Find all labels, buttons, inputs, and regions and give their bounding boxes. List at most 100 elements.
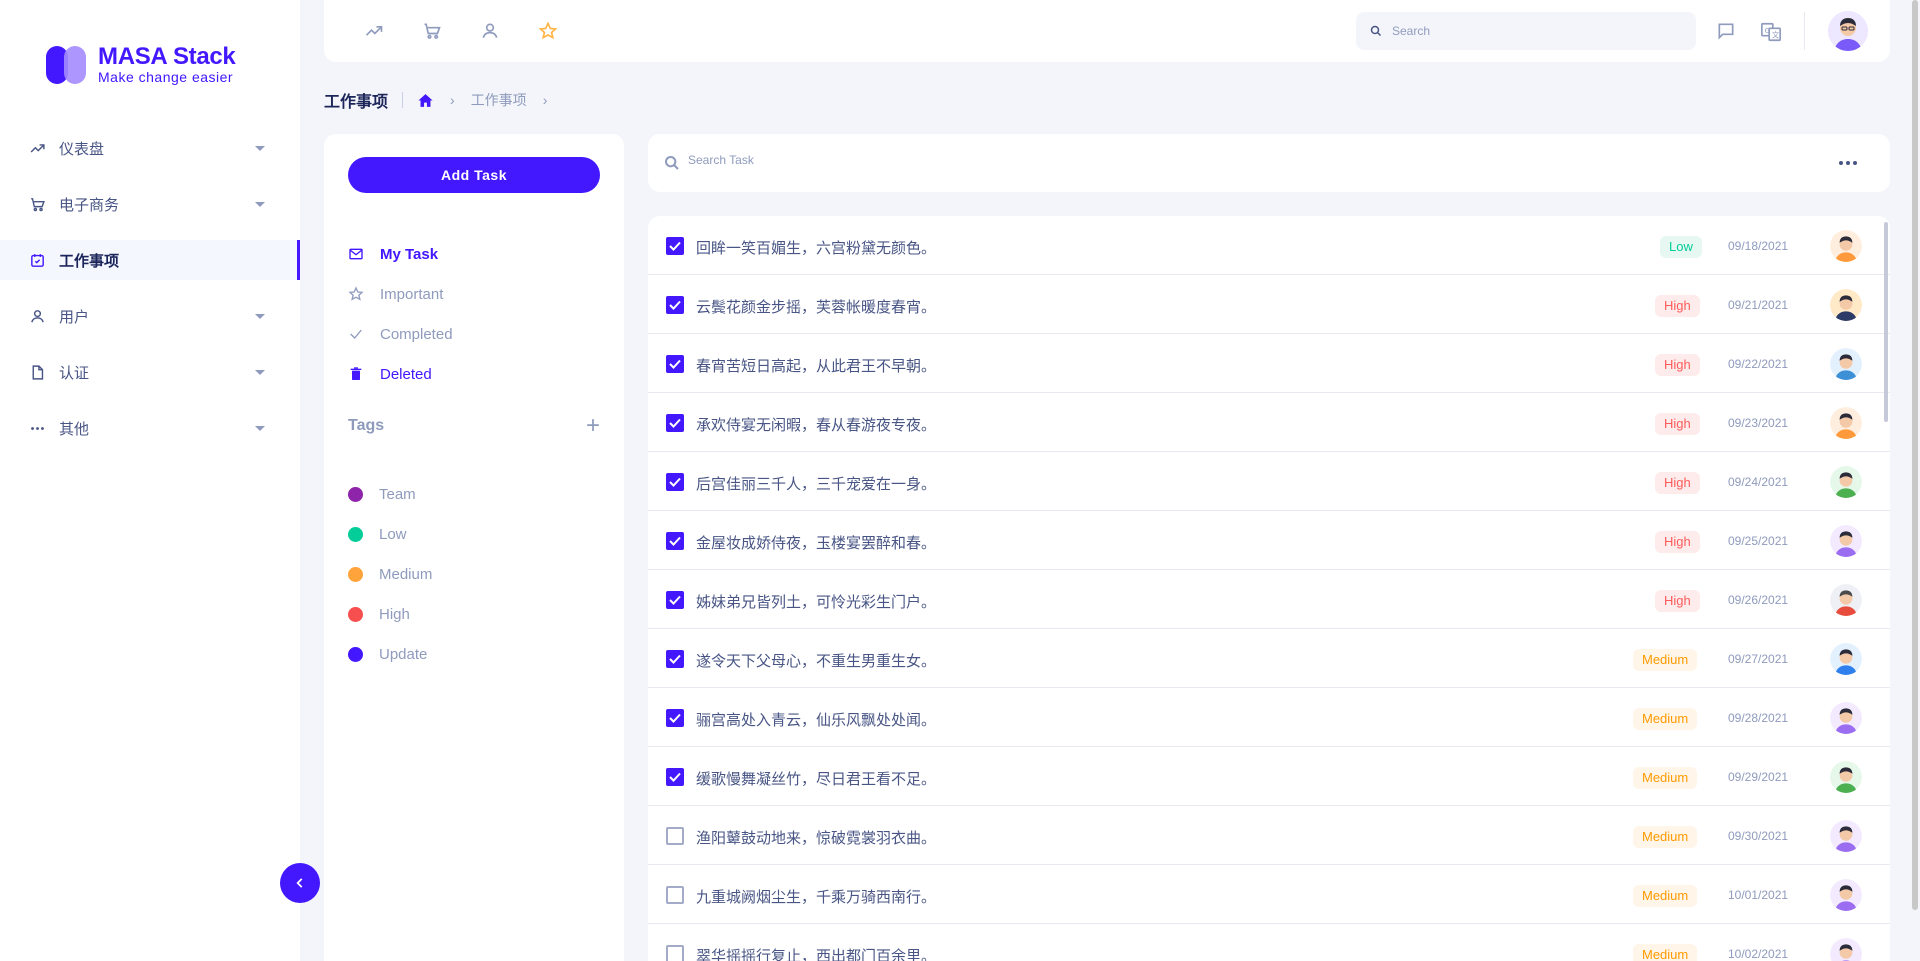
logo-title: MASA Stack xyxy=(98,43,236,70)
trending-up-icon[interactable] xyxy=(364,21,384,41)
filter-important[interactable]: Important xyxy=(348,274,453,314)
logo[interactable]: MASA Stack Make change easier xyxy=(46,44,236,86)
assignee-avatar[interactable] xyxy=(1830,466,1862,498)
home-icon[interactable] xyxy=(417,92,434,109)
assignee-avatar[interactable] xyxy=(1830,407,1862,439)
assignee-avatar[interactable] xyxy=(1830,230,1862,262)
message-icon[interactable] xyxy=(1716,21,1736,41)
star-icon[interactable] xyxy=(538,21,558,41)
check-icon xyxy=(669,359,681,369)
task-row[interactable]: 姊妹弟兄皆列土，可怜光彩生门户。 High 09/26/2021 xyxy=(648,570,1890,629)
filter-deleted[interactable]: Deleted xyxy=(348,354,453,394)
checkbox-unchecked[interactable] xyxy=(666,827,684,845)
task-row[interactable]: 渔阳鼙鼓动地来，惊破霓裳羽衣曲。 Medium 09/30/2021 xyxy=(648,806,1890,865)
tag-medium[interactable]: Medium xyxy=(348,554,432,594)
assignee-avatar[interactable] xyxy=(1830,348,1862,380)
task-row[interactable]: 缓歌慢舞凝丝竹，尽日君王看不足。 Medium 09/29/2021 xyxy=(648,747,1890,806)
tags-title: Tags xyxy=(348,417,385,434)
assignee-avatar[interactable] xyxy=(1830,820,1862,852)
user-icon[interactable] xyxy=(480,21,500,41)
checkbox-checked[interactable] xyxy=(666,237,684,255)
checkbox-checked[interactable] xyxy=(666,296,684,314)
priority-badge: High xyxy=(1655,413,1700,435)
assignee-avatar[interactable] xyxy=(1830,938,1862,961)
task-date: 09/18/2021 xyxy=(1728,239,1789,253)
checkbox-checked[interactable] xyxy=(666,650,684,668)
assignee-avatar[interactable] xyxy=(1830,584,1862,616)
tag-update[interactable]: Update xyxy=(348,634,432,674)
task-search-bar xyxy=(648,134,1890,192)
checkbox-checked[interactable] xyxy=(666,591,684,609)
tag-label: High xyxy=(379,605,410,623)
checkbox-checked[interactable] xyxy=(666,414,684,432)
assignee-avatar[interactable] xyxy=(1830,879,1862,911)
sidebar-nav: 仪表盘 电子商务 工作事项 用户 认证 其他 xyxy=(0,128,300,464)
tags-header: Tags + xyxy=(348,414,600,438)
task-text: 回眸一笑百媚生，六宫粉黛无颜色。 xyxy=(696,240,937,257)
caret-down-icon xyxy=(255,146,265,151)
checkbox-checked[interactable] xyxy=(666,355,684,373)
breadcrumb-item[interactable]: 工作事项 xyxy=(471,90,527,110)
more-options-icon[interactable] xyxy=(1839,161,1860,165)
sidebar-item-ecommerce[interactable]: 电子商务 xyxy=(0,184,300,224)
tag-label: Medium xyxy=(379,565,433,583)
check-icon xyxy=(669,536,681,546)
caret-down-icon xyxy=(255,426,265,431)
cart-icon[interactable] xyxy=(422,21,442,41)
sidebar-item-tasks[interactable]: 工作事项 xyxy=(0,240,300,280)
logo-mark-icon xyxy=(46,44,88,86)
add-tag-icon[interactable]: + xyxy=(586,414,600,438)
star-icon xyxy=(348,286,364,301)
task-search-input[interactable] xyxy=(688,153,1288,167)
checkbox-checked[interactable] xyxy=(666,709,684,727)
task-row[interactable]: 金屋妆成娇侍夜，玉楼宴罢醉和春。 High 09/25/2021 xyxy=(648,511,1890,570)
mail-icon xyxy=(349,248,363,260)
check-icon xyxy=(350,329,362,339)
task-row[interactable]: 春宵苦短日高起，从此君王不早朝。 High 09/22/2021 xyxy=(648,334,1890,393)
filter-completed[interactable]: Completed xyxy=(348,314,453,354)
tag-high[interactable]: High xyxy=(348,594,432,634)
checkbox-checked[interactable] xyxy=(666,768,684,786)
assignee-avatar[interactable] xyxy=(1830,525,1862,557)
assignee-avatar[interactable] xyxy=(1830,643,1862,675)
task-row[interactable]: 回眸一笑百媚生，六宫粉黛无颜色。 Low 09/18/2021 xyxy=(648,216,1890,275)
check-icon xyxy=(669,241,681,251)
sidebar-item-users[interactable]: 用户 xyxy=(0,296,300,336)
task-row[interactable]: 翠华摇摇行复止，西出都门百余里。 Medium 10/02/2021 xyxy=(648,924,1890,961)
task-list-scrollbar[interactable] xyxy=(1884,222,1888,422)
checkbox-unchecked[interactable] xyxy=(666,886,684,904)
checkbox-unchecked[interactable] xyxy=(666,945,684,961)
tag-team[interactable]: Team xyxy=(348,474,432,514)
assignee-avatar[interactable] xyxy=(1830,761,1862,793)
filter-label: My Task xyxy=(380,245,439,263)
assignee-avatar[interactable] xyxy=(1830,289,1862,321)
task-row[interactable]: 承欢侍宴无闲暇，春从春游夜专夜。 High 09/23/2021 xyxy=(648,393,1890,452)
add-task-button[interactable]: Add Task xyxy=(348,157,600,193)
user-avatar[interactable] xyxy=(1828,11,1868,51)
task-row[interactable]: 后宫佳丽三千人，三千宠爱在一身。 High 09/24/2021 xyxy=(648,452,1890,511)
task-row[interactable]: 云鬓花颜金步摇，芙蓉帐暖度春宵。 High 09/21/2021 xyxy=(648,275,1890,334)
task-row[interactable]: 遂令天下父母心，不重生男重生女。 Medium 09/27/2021 xyxy=(648,629,1890,688)
task-text: 云鬓花颜金步摇，芙蓉帐暖度春宵。 xyxy=(696,299,937,316)
filter-my-task[interactable]: My Task xyxy=(348,234,453,274)
tag-low[interactable]: Low xyxy=(348,514,432,554)
collapse-sidebar-button[interactable] xyxy=(280,863,320,903)
search-input[interactable] xyxy=(1392,24,1672,38)
task-row[interactable]: 九重城阙烟尘生，千乘万骑西南行。 Medium 10/01/2021 xyxy=(648,865,1890,924)
sidebar-item-other[interactable]: 其他 xyxy=(0,408,300,448)
task-row[interactable]: 骊宫高处入青云，仙乐风飘处处闻。 Medium 09/28/2021 xyxy=(648,688,1890,747)
page-scrollbar[interactable] xyxy=(1912,0,1918,910)
trash-icon xyxy=(350,367,362,380)
assignee-avatar[interactable] xyxy=(1830,702,1862,734)
checkbox-checked[interactable] xyxy=(666,532,684,550)
global-search[interactable] xyxy=(1356,12,1696,50)
check-icon xyxy=(669,595,681,605)
sidebar-item-dashboard[interactable]: 仪表盘 xyxy=(0,128,300,168)
checkbox-checked[interactable] xyxy=(666,473,684,491)
tag-list: Team Low Medium High Update xyxy=(348,474,432,674)
priority-badge: Medium xyxy=(1633,708,1698,730)
translate-icon[interactable]: G文 xyxy=(1760,21,1782,43)
priority-badge: High xyxy=(1655,472,1700,494)
sidebar-item-label: 用户 xyxy=(59,308,90,326)
sidebar-item-auth[interactable]: 认证 xyxy=(0,352,300,392)
